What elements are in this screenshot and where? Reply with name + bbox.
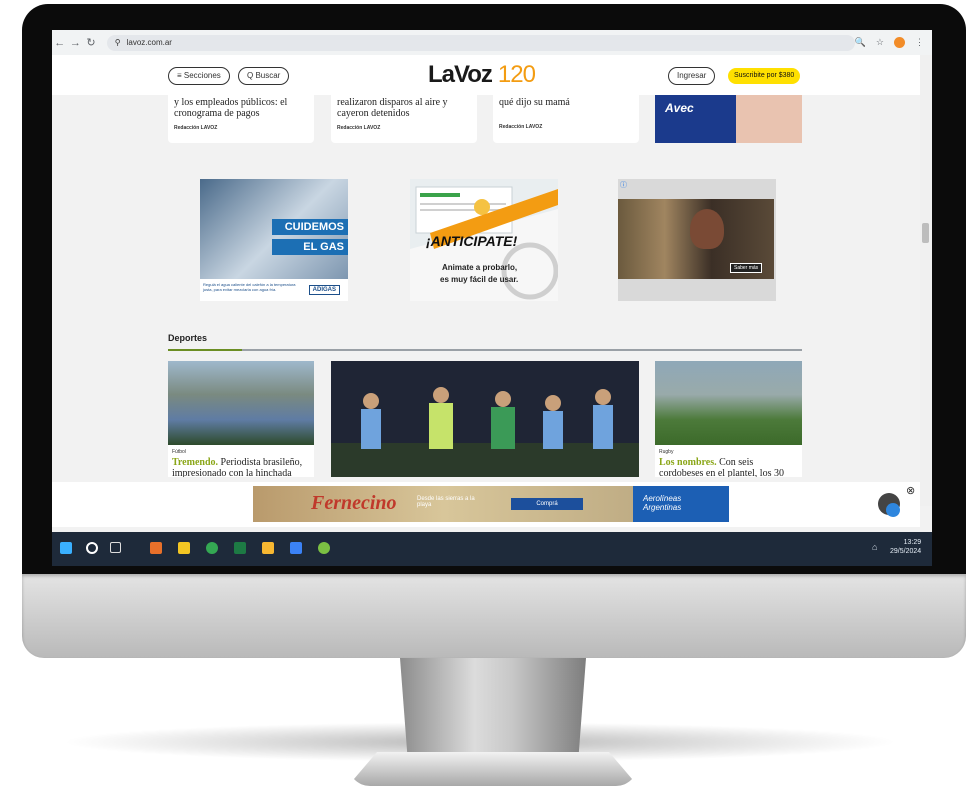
- section-divider-accent: [168, 349, 242, 351]
- clock[interactable]: 13:29 29/5/2024: [890, 538, 921, 556]
- app-icon[interactable]: [290, 542, 302, 554]
- avec-ad-brand: Avec: [665, 101, 694, 115]
- fernecino-ad-cta[interactable]: Comprá: [511, 498, 583, 510]
- notification-badge: [886, 503, 900, 517]
- chrome-icon[interactable]: [206, 542, 218, 554]
- monitor-stand-base: [348, 752, 638, 786]
- zoom-icon[interactable]: 🔍: [855, 37, 866, 48]
- star-icon[interactable]: ☆: [876, 37, 884, 48]
- gas-ad-footnote: Regulá el agua caliente del calefón a la…: [203, 282, 296, 292]
- sports-card-image: [655, 361, 802, 445]
- anticipate-ad[interactable]: ¡ANTICIPATE! Animate a probarlo, es muy …: [410, 179, 558, 301]
- gas-ad-line2: EL GAS: [272, 239, 348, 255]
- sports-card-headline: Los nombres. Con seis cordobeses en el p…: [655, 455, 802, 477]
- scrollbar-thumb[interactable]: [922, 223, 929, 243]
- close-ad-icon[interactable]: ⊗: [906, 484, 915, 497]
- search-icon[interactable]: [86, 542, 98, 554]
- reload-icon[interactable]: ↻: [83, 36, 99, 49]
- gas-ad[interactable]: CUIDEMOS EL GAS Regulá el agua caliente …: [200, 179, 348, 301]
- anticipate-ad-title: ¡ANTICIPATE!: [426, 233, 518, 249]
- anticipate-ad-sub1: Animate a probarlo,: [442, 263, 518, 272]
- page-scrollbar[interactable]: [920, 55, 932, 506]
- sections-button[interactable]: ≡ Secciones: [168, 67, 230, 85]
- fernecino-ad-sub: Desde las sierras a la playa: [417, 496, 475, 508]
- excel-icon[interactable]: [234, 542, 246, 554]
- site-header: ≡ Secciones Q Buscar LaVoz 120 Ingresar S…: [52, 55, 920, 95]
- site-info-icon[interactable]: ⚲: [115, 35, 121, 51]
- file-manager-icon[interactable]: [178, 542, 190, 554]
- gas-ad-brand: ADIGAS: [308, 285, 340, 295]
- monitor-stand-neck: [400, 658, 586, 756]
- ad-info-icon[interactable]: ⓘ: [620, 180, 627, 190]
- firefox-icon[interactable]: [150, 542, 162, 554]
- windows-start-icon[interactable]: [60, 542, 72, 554]
- sports-card[interactable]: Fútbol Tremendo. Periodista brasileño, i…: [168, 361, 314, 477]
- anticipate-ad-sub2: es muy fácil de usar.: [440, 275, 519, 284]
- sports-card-category: Fútbol: [172, 449, 186, 455]
- green-app-icon[interactable]: [318, 542, 330, 554]
- bottom-ad-bar: Fernecino Desde las sierras a la playa C…: [52, 482, 920, 527]
- folder-icon[interactable]: [262, 542, 274, 554]
- logo-anniversary: 120: [497, 61, 536, 88]
- section-title[interactable]: Deportes: [168, 333, 207, 343]
- clock-time: 13:29: [903, 539, 922, 546]
- video-ad[interactable]: ⓘ Saber más: [618, 179, 776, 301]
- back-icon[interactable]: ←: [52, 37, 68, 49]
- search-button[interactable]: Q Buscar: [238, 67, 290, 85]
- screen: ← → ↻ ⚲ lavoz.com.ar 🔍 ☆ ⋮ y los emplead…: [52, 30, 932, 566]
- section-divider: [168, 349, 802, 351]
- subscribe-button[interactable]: Suscribite por $380: [728, 68, 801, 84]
- video-ad-cta[interactable]: Saber más: [730, 263, 763, 273]
- sports-card-category: Rugby: [659, 449, 674, 455]
- airline-name: Aerolíneas Argentinas: [643, 494, 682, 512]
- profile-avatar[interactable]: [894, 37, 905, 48]
- taskbar: ⌂ 13:29 29/5/2024: [52, 532, 932, 566]
- sports-card-image: [168, 361, 314, 445]
- monitor-chin: [22, 574, 966, 658]
- logo-text: LaVoz: [428, 61, 493, 88]
- sports-feature-card[interactable]: [331, 361, 639, 477]
- video-person: [690, 209, 724, 249]
- sports-card[interactable]: Rugby Los nombres. Con seis cordobeses e…: [655, 361, 802, 477]
- browser-toolbar: ← → ↻ ⚲ lavoz.com.ar 🔍 ☆ ⋮: [52, 30, 932, 56]
- news-card-author: Redacción LAVOZ: [337, 125, 381, 131]
- sports-card-highlight: Los nombres.: [659, 457, 717, 468]
- sports-feature-image: [331, 361, 639, 477]
- fernecino-ad-brand: Fernecino: [311, 492, 397, 514]
- network-icon[interactable]: ⌂: [872, 542, 877, 552]
- fernecino-ad[interactable]: Fernecino Desde las sierras a la playa C…: [253, 486, 729, 522]
- gas-ad-line1: CUIDEMOS: [272, 219, 348, 235]
- news-card-author: Redacción LAVOZ: [174, 125, 218, 131]
- notification-bell-icon[interactable]: [878, 493, 900, 517]
- news-card-author: Redacción LAVOZ: [499, 124, 543, 130]
- task-view-icon[interactable]: [110, 542, 121, 553]
- webpage: y los empleados públicos: el cronograma …: [52, 55, 920, 506]
- forward-icon[interactable]: →: [68, 37, 84, 49]
- menu-icon[interactable]: ⋮: [915, 37, 924, 48]
- site-logo[interactable]: LaVoz 120: [428, 61, 536, 89]
- sports-card-headline: Tremendo. Periodista brasileño, impresio…: [168, 455, 314, 477]
- airline-block: Aerolíneas Argentinas: [633, 486, 729, 522]
- gas-ad-footer: Regulá el agua caliente del calefón a la…: [200, 279, 348, 301]
- login-button[interactable]: Ingresar: [668, 67, 716, 85]
- url-text: lavoz.com.ar: [126, 37, 172, 47]
- sports-card-highlight: Tremendo.: [172, 457, 219, 468]
- clock-date: 29/5/2024: [890, 548, 922, 555]
- address-bar[interactable]: ⚲ lavoz.com.ar: [106, 34, 855, 51]
